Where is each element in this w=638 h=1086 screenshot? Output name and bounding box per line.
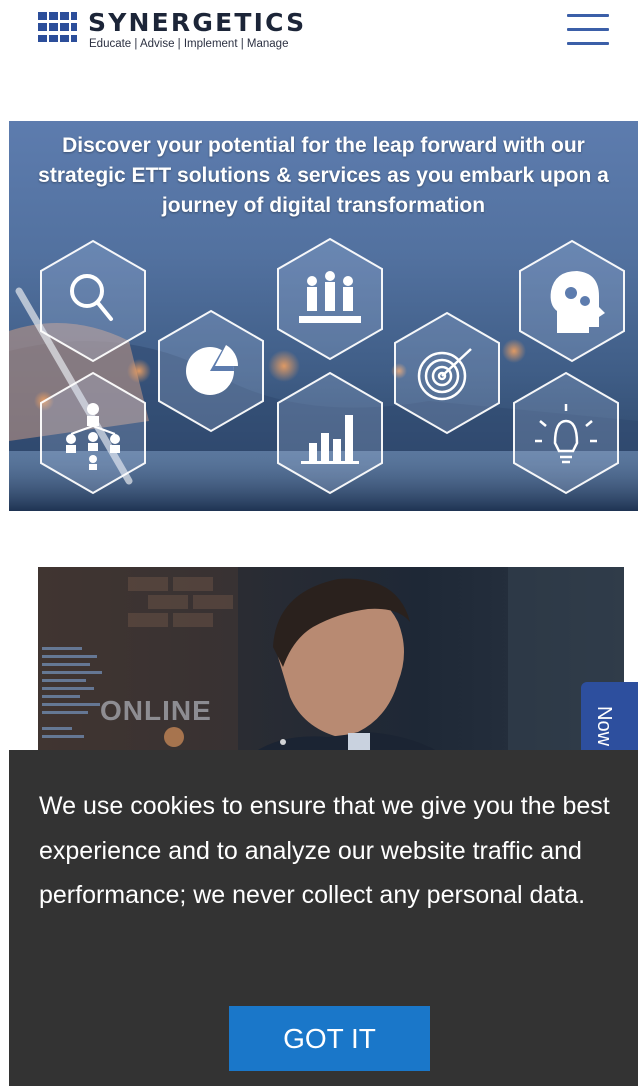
online-overlay-text: ONLINE <box>100 695 212 726</box>
logo-grid-icon <box>38 12 77 42</box>
brand-tagline: Educate | Advise | Implement | Manage <box>89 38 289 50</box>
hero-headline: Discover your potential for the leap for… <box>38 134 609 217</box>
cookie-message: We use cookies to ensure that we give yo… <box>39 792 610 909</box>
brand-name: SYNERGETICS <box>88 8 307 37</box>
site-logo[interactable]: SYNERGETICS Educate | Advise | Implement… <box>38 8 358 56</box>
hamburger-menu-icon[interactable] <box>565 12 611 48</box>
hero-banner[interactable]: Discover your potential for the leap for… <box>9 121 638 511</box>
online-learning-image: ONLINE <box>38 567 624 767</box>
got-it-button[interactable]: GOT IT <box>229 1006 430 1071</box>
man-at-laptop-image <box>38 567 624 767</box>
cookie-consent-banner: We use cookies to ensure that we give yo… <box>9 750 638 1086</box>
site-header: SYNERGETICS Educate | Advise | Implement… <box>0 0 638 70</box>
